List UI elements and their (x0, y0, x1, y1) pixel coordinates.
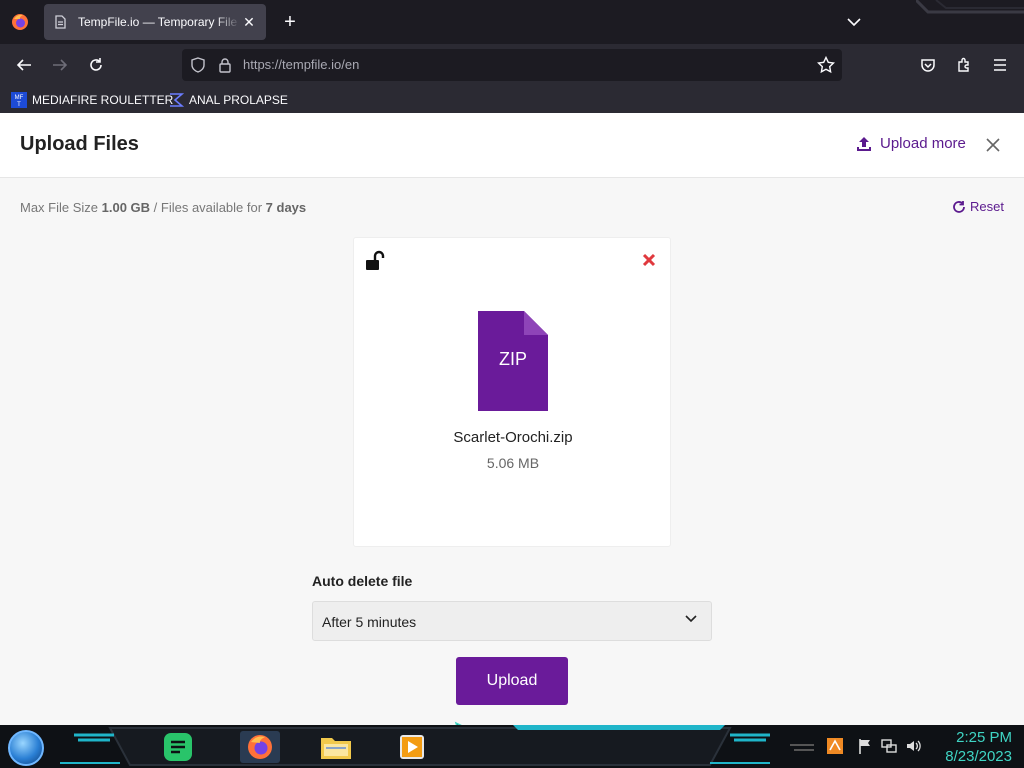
close-icon[interactable]: ✕ (240, 13, 258, 31)
bookmarks-toolbar: MF T MEDIAFIRE ROULETTER ANAL PROLAPSE (0, 86, 1024, 113)
auto-delete-select[interactable]: After 5 minutes (312, 601, 712, 641)
url-path: /en (341, 57, 360, 72)
window-corner-decoration (916, 0, 1024, 14)
upload-more-button[interactable]: Upload more (856, 135, 966, 152)
reset-label: Reset (970, 199, 1004, 214)
url-text[interactable]: https://tempfile.io/en (243, 57, 359, 72)
media-player-icon[interactable] (396, 731, 428, 763)
tray-app-icon[interactable] (826, 737, 844, 755)
url-bar[interactable]: https://tempfile.io/en (182, 49, 842, 81)
svg-text:MF: MF (15, 95, 24, 101)
reset-button[interactable]: Reset (952, 199, 1004, 214)
file-name: Scarlet-Orochi.zip (453, 429, 573, 446)
start-button[interactable] (8, 730, 44, 766)
reload-icon[interactable] (83, 53, 109, 77)
upload-limits: Max File Size 1.00 GB / Files available … (20, 200, 306, 215)
bookmark-label: ANAL PROLAPSE (189, 93, 288, 107)
reset-icon (952, 200, 966, 214)
forward-icon[interactable] (47, 53, 73, 77)
close-icon[interactable] (984, 136, 1002, 154)
bookmark-label: MEDIAFIRE ROULETTER (32, 93, 174, 107)
shield-icon[interactable] (190, 57, 206, 78)
availability-value: 7 days (265, 200, 307, 215)
app-notes-icon[interactable] (162, 731, 194, 763)
star-icon[interactable] (816, 55, 836, 75)
upload-more-label: Upload more (880, 135, 966, 152)
tab-title: TempFile.io — Temporary File Upload (78, 15, 240, 29)
file-explorer-icon[interactable] (318, 731, 354, 763)
max-size-prefix: Max File Size (20, 200, 102, 215)
upload-header: Upload Files Upload more (0, 113, 1024, 178)
auto-delete-label: Auto delete file (312, 573, 413, 589)
auto-delete-value: After 5 minutes (322, 614, 417, 630)
mediafire-icon: MF T (11, 92, 27, 108)
clock-date: 8/23/2023 (945, 748, 1012, 765)
pocket-icon[interactable] (915, 53, 941, 77)
clock-time: 2:25 PM (956, 729, 1012, 746)
chevron-down-icon (685, 615, 697, 623)
firefox-icon[interactable] (8, 10, 32, 34)
nav-bar: https://tempfile.io/en (0, 44, 1024, 86)
taskbar: 2:25 PM 8/23/2023 (0, 725, 1024, 768)
lock-icon[interactable] (218, 57, 232, 78)
plus-icon[interactable]: + (278, 10, 302, 34)
tab-strip: TempFile.io — Temporary File Upload ✕ + (0, 0, 1024, 44)
remove-icon[interactable] (641, 252, 657, 268)
back-icon[interactable] (11, 53, 37, 77)
flag-icon[interactable] (856, 737, 874, 755)
tab-tempfile[interactable]: TempFile.io — Temporary File Upload ✕ (44, 4, 266, 40)
menu-icon[interactable] (987, 53, 1013, 77)
url-host: https://tempfile.io (243, 57, 342, 72)
unlock-icon[interactable] (365, 250, 387, 277)
page-title: Upload Files (20, 133, 139, 155)
upload-page: Upload Files Upload more Max File Size 1… (0, 113, 1024, 725)
system-clock[interactable]: 2:25 PM 8/23/2023 (932, 728, 1012, 766)
volume-icon[interactable] (904, 737, 922, 755)
max-size-value: 1.00 GB (101, 200, 151, 215)
extensions-icon[interactable] (951, 53, 977, 77)
network-icon[interactable] (880, 737, 898, 755)
file-card: ZIP Scarlet-Orochi.zip 5.06 MB (353, 237, 671, 547)
bookmark-anal-prolapse[interactable]: ANAL PROLAPSE (168, 90, 288, 110)
file-size: 5.06 MB (486, 455, 540, 471)
upload-icon (856, 136, 872, 152)
tab-favicon (52, 14, 68, 30)
upload-button[interactable]: Upload (456, 657, 568, 705)
bookmark-mediafire[interactable]: MF T MEDIAFIRE ROULETTER (11, 90, 173, 110)
sigma-icon (168, 92, 184, 108)
chevron-down-icon[interactable] (842, 10, 866, 34)
firefox-icon[interactable] (240, 731, 280, 763)
availability-prefix: / Files available for (150, 200, 266, 215)
zip-file-icon: ZIP (478, 311, 548, 411)
svg-text:T: T (17, 102, 21, 108)
file-type-label: ZIP (498, 349, 527, 369)
